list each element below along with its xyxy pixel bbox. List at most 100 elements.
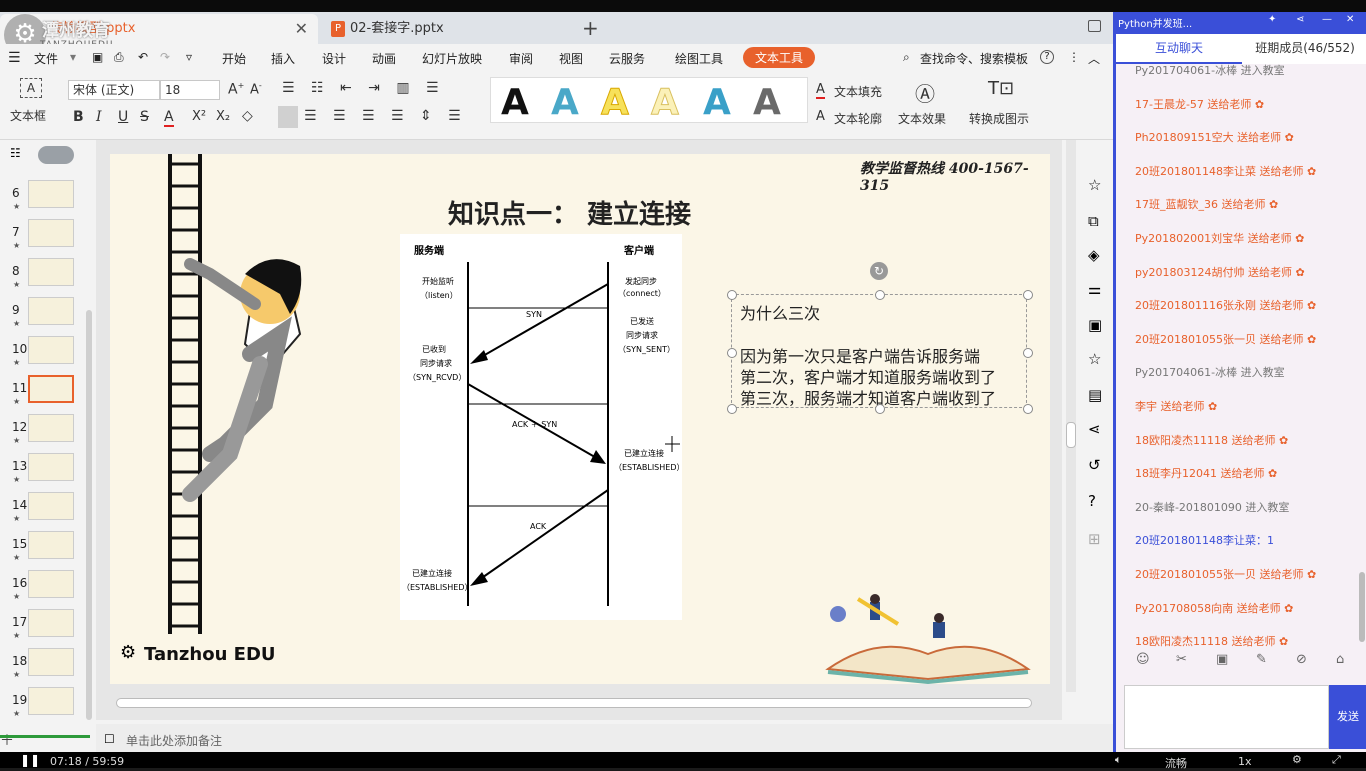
pause-icon[interactable]: ❚❚ bbox=[20, 753, 40, 767]
edit-icon[interactable]: ✎ bbox=[1256, 652, 1267, 667]
archive-icon[interactable]: ▤ bbox=[1088, 386, 1102, 404]
align-left-icon[interactable] bbox=[278, 106, 298, 128]
help-round-icon[interactable]: ? bbox=[1088, 492, 1096, 510]
add-slide-icon[interactable]: ＋ bbox=[0, 730, 14, 750]
picture-icon[interactable]: ▣ bbox=[1088, 316, 1102, 334]
menu-text-tools[interactable]: 文本工具 bbox=[743, 47, 816, 68]
convert-icon[interactable]: T⊡ bbox=[988, 78, 1014, 99]
resize-handle[interactable] bbox=[727, 404, 737, 414]
image-icon[interactable]: ▣ bbox=[1216, 652, 1228, 667]
volume-icon[interactable]: 🔈︎ bbox=[1115, 753, 1122, 767]
share-icon[interactable]: ⋖ bbox=[1088, 420, 1101, 438]
font-color-icon[interactable]: A bbox=[164, 109, 174, 127]
new-tab-icon[interactable]: + bbox=[582, 16, 599, 40]
slide-thumbnail[interactable] bbox=[28, 375, 74, 403]
resize-handle[interactable] bbox=[727, 290, 737, 300]
menu-icon[interactable]: ☰ bbox=[8, 50, 21, 66]
style-teal-a[interactable]: A bbox=[703, 82, 731, 123]
emoji-icon[interactable]: ☺ bbox=[1136, 652, 1150, 667]
star-icon[interactable]: ☆ bbox=[1088, 350, 1101, 368]
style-yellow-a[interactable]: A bbox=[601, 82, 630, 124]
slide-thumbnail[interactable] bbox=[28, 258, 74, 286]
slide-thumbnail[interactable] bbox=[28, 297, 74, 325]
strikethrough-icon[interactable]: S bbox=[140, 109, 149, 125]
resize-handle[interactable] bbox=[727, 348, 737, 358]
selected-textbox[interactable]: 为什么三次 因为第一次只是客户端告诉服务端 第二次，客户端才知道服务端收到了 第… bbox=[727, 290, 1033, 414]
window-mode-icon[interactable] bbox=[1088, 20, 1101, 32]
undo-icon[interactable]: ↶ bbox=[138, 50, 148, 64]
text-outline-label[interactable]: 文本轮廓 bbox=[834, 110, 882, 127]
quality-select[interactable]: 流畅 bbox=[1165, 755, 1187, 771]
share-small-icon[interactable]: ⋖ bbox=[1296, 14, 1304, 25]
italic-icon[interactable]: I bbox=[96, 109, 102, 125]
command-search[interactable]: 查找命令、搜索模板 bbox=[920, 50, 1028, 67]
rotate-handle-icon[interactable]: ↻ bbox=[870, 262, 888, 280]
slide-thumbnail[interactable] bbox=[28, 180, 74, 208]
font-family-select[interactable]: 宋体 (正文) bbox=[68, 80, 160, 100]
font-size-select[interactable]: 18 bbox=[160, 80, 220, 100]
close-icon[interactable]: ✕ bbox=[295, 14, 308, 44]
text-outline-icon[interactable]: A bbox=[816, 109, 825, 124]
property-icon[interactable]: ⚌ bbox=[1088, 280, 1101, 298]
menu-review[interactable]: 审阅 bbox=[509, 50, 533, 67]
style-paleyellow-a[interactable]: A bbox=[651, 82, 680, 124]
slide-thumbnail[interactable] bbox=[28, 453, 74, 481]
slide-thumbnail[interactable] bbox=[28, 687, 74, 715]
increase-font-icon[interactable]: A+ bbox=[228, 81, 244, 98]
text-effect-icon[interactable]: Ⓐ bbox=[915, 78, 935, 107]
thumb-scrollbar[interactable] bbox=[86, 310, 92, 720]
collapse-ribbon-icon[interactable]: ︿ bbox=[1088, 50, 1100, 67]
style-grey-a[interactable]: A bbox=[753, 82, 781, 123]
menu-drawing-tools[interactable]: 绘图工具 bbox=[675, 50, 723, 67]
animation-icon[interactable]: ☆ bbox=[1088, 176, 1101, 194]
menu-view[interactable]: 视图 bbox=[559, 50, 583, 67]
copy-style-icon[interactable]: ⧉ bbox=[1088, 212, 1099, 230]
list-icons[interactable]: ☰ ☷ ⇤ ⇥ ▥ ☰ bbox=[282, 80, 445, 96]
slide-thumbnail[interactable] bbox=[28, 336, 74, 364]
pin-icon[interactable]: ✦ bbox=[1268, 14, 1276, 25]
menu-slideshow[interactable]: 幻灯片放映 bbox=[422, 50, 482, 67]
resize-handle[interactable] bbox=[1023, 290, 1033, 300]
menu-insert[interactable]: 插入 bbox=[271, 50, 295, 67]
save-icon[interactable]: ▣ bbox=[92, 50, 103, 64]
search-icon[interactable]: ⌕ bbox=[903, 50, 910, 65]
slide-thumbnail[interactable] bbox=[28, 492, 74, 520]
outline-view-icon[interactable]: ☷ bbox=[10, 146, 21, 160]
text-effect-label[interactable]: 文本效果 bbox=[898, 110, 946, 127]
resize-handle[interactable] bbox=[1023, 348, 1033, 358]
help-icon[interactable]: ? bbox=[1040, 50, 1054, 64]
decrease-font-icon[interactable]: A- bbox=[250, 81, 262, 97]
file-dropdown-icon[interactable]: ▾ bbox=[70, 50, 76, 64]
text-fill-icon[interactable]: A bbox=[816, 82, 825, 99]
gift-icon[interactable]: ⌂ bbox=[1336, 652, 1344, 667]
resize-handle[interactable] bbox=[1023, 404, 1033, 414]
slide-thumbnail[interactable] bbox=[28, 609, 74, 637]
resize-handle[interactable] bbox=[875, 290, 885, 300]
settings-icon[interactable]: ⚙ bbox=[1292, 753, 1302, 766]
superscript-icon[interactable]: X² bbox=[192, 109, 206, 124]
menu-animation[interactable]: 动画 bbox=[372, 50, 396, 67]
convert-label[interactable]: 转换成图示 bbox=[969, 110, 1029, 127]
bold-icon[interactable]: B bbox=[73, 109, 84, 125]
canvas-hscrollbar[interactable] bbox=[116, 698, 1032, 708]
slide-thumbnail[interactable] bbox=[28, 570, 74, 598]
tab-socket[interactable]: P 02-套接字.pptx bbox=[322, 14, 572, 44]
fullscreen-icon[interactable]: ⤢ bbox=[1332, 753, 1341, 767]
textbox-icon[interactable]: A bbox=[20, 78, 42, 98]
chat-scrollbar[interactable] bbox=[1359, 572, 1365, 642]
speed-select[interactable]: 1x bbox=[1238, 755, 1252, 768]
print-icon[interactable]: ⎙ bbox=[114, 50, 124, 65]
clear-format-icon[interactable]: ◇ bbox=[242, 108, 253, 124]
textbox-label[interactable]: 文本框 bbox=[10, 107, 46, 124]
tab-interactive-chat[interactable]: 互动聊天 bbox=[1116, 34, 1242, 64]
redo-icon[interactable]: ↷ bbox=[160, 50, 170, 64]
slide-thumbnail[interactable] bbox=[28, 648, 74, 676]
more-icon[interactable]: ⋮ bbox=[1068, 50, 1080, 64]
slide-thumbnail[interactable] bbox=[28, 219, 74, 247]
menu-design[interactable]: 设计 bbox=[322, 50, 346, 67]
tab-members[interactable]: 班期成员(46/552) bbox=[1242, 34, 1366, 64]
close-panel-icon[interactable]: ✕ bbox=[1346, 14, 1354, 25]
subscript-icon[interactable]: X₂ bbox=[216, 109, 230, 124]
notes-placeholder[interactable]: 单击此处添加备注 bbox=[126, 732, 222, 749]
canvas-vscroll-thumb[interactable] bbox=[1066, 422, 1076, 448]
